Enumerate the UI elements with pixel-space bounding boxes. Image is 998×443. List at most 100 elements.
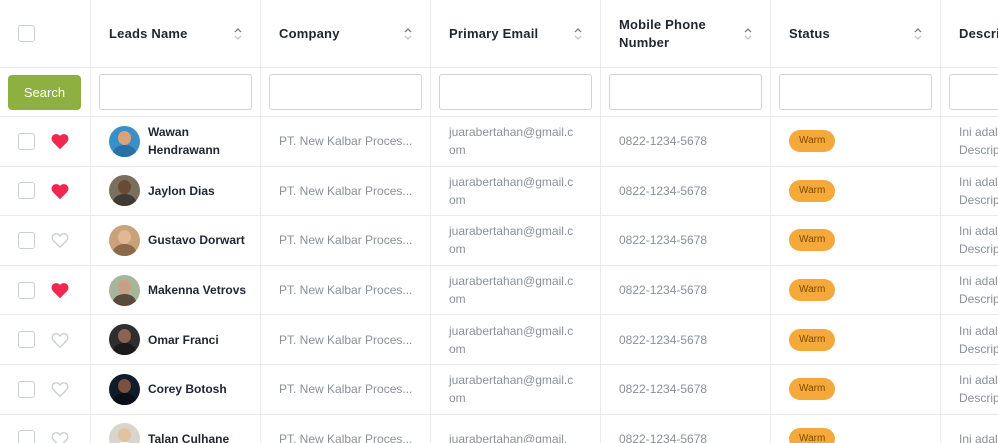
- description-line: Ini adal: [959, 431, 998, 443]
- description-line: Descrip: [959, 143, 998, 158]
- filter-row: Search: [0, 68, 998, 117]
- company-cell: PT. New Kalbar Proces...: [261, 216, 431, 265]
- row-select-cell: [0, 166, 91, 216]
- email-text: juarabertahan@gmail.com: [449, 274, 574, 307]
- company-cell: PT. New Kalbar Proces...: [261, 117, 431, 166]
- table-header: Leads Name Company Primary Email Mobile …: [0, 0, 998, 68]
- favorite-heart-icon[interactable]: [51, 232, 69, 249]
- description-line: Ini adal: [959, 174, 998, 189]
- company-filter-input[interactable]: [269, 74, 422, 110]
- lead-name: Jaylon Dias: [148, 183, 215, 198]
- row-checkbox[interactable]: [18, 430, 35, 443]
- favorite-heart-icon[interactable]: [51, 133, 69, 150]
- status-badge: Warm: [789, 229, 836, 252]
- lead-name: Corey Botosh: [148, 382, 227, 397]
- table-row[interactable]: Corey Botosh PT. New Kalbar Proces... ju…: [0, 365, 998, 415]
- company-cell: PT. New Kalbar Proces...: [261, 166, 431, 216]
- lead-name-cell[interactable]: Makenna Vetrovs: [91, 265, 261, 315]
- table-row[interactable]: Talan Culhane PT. New Kalbar Proces... j…: [0, 414, 998, 443]
- favorite-heart-icon[interactable]: [51, 431, 69, 443]
- status-filter-input[interactable]: [779, 74, 932, 110]
- lead-name-cell[interactable]: Omar Franci: [91, 315, 261, 364]
- lead-name: Gustavo Dorwart: [148, 233, 245, 248]
- description-text: Ini adal: [959, 430, 998, 443]
- row-checkbox[interactable]: [18, 231, 35, 249]
- row-select-cell: [0, 315, 91, 364]
- table-row[interactable]: Jaylon Dias PT. New Kalbar Proces... jua…: [0, 166, 998, 217]
- column-label: Descri: [959, 25, 998, 41]
- company-text: PT. New Kalbar Proces...: [279, 283, 413, 298]
- row-select-cell: [0, 216, 91, 265]
- company-cell: PT. New Kalbar Proces...: [261, 365, 431, 414]
- company-text: PT. New Kalbar Proces...: [279, 183, 413, 198]
- description-text: Ini adal Descrip: [959, 123, 998, 159]
- column-label: Primary Email: [449, 25, 539, 41]
- row-checkbox[interactable]: [18, 132, 35, 150]
- company-text: PT. New Kalbar Proces...: [279, 431, 413, 443]
- table-row[interactable]: Makenna Vetrovs PT. New Kalbar Proces...…: [0, 265, 998, 316]
- email-text: juarabertahan@gmail.com: [449, 224, 574, 257]
- phone-text: 0822-1234-5678: [619, 382, 708, 397]
- row-checkbox[interactable]: [18, 182, 35, 200]
- column-header-primary-email[interactable]: Primary Email: [431, 0, 601, 67]
- sort-icon[interactable]: [914, 27, 922, 41]
- filter-cell: [941, 68, 998, 116]
- row-select-cell: [0, 117, 91, 166]
- column-header-leads-name[interactable]: Leads Name: [91, 0, 261, 67]
- description-line: Descrip: [959, 192, 998, 207]
- lead-name-cell[interactable]: Gustavo Dorwart: [91, 216, 261, 265]
- row-checkbox[interactable]: [18, 331, 35, 349]
- column-header-mobile-phone[interactable]: Mobile Phone Number: [601, 0, 771, 67]
- search-button[interactable]: Search: [8, 74, 81, 110]
- leads-name-filter-input[interactable]: [99, 74, 252, 110]
- status-badge: Warm: [789, 130, 836, 153]
- phone-cell: 0822-1234-5678: [601, 117, 771, 166]
- email-text: juarabertahan@gmail.com: [449, 174, 574, 207]
- description-filter-input[interactable]: [949, 74, 998, 110]
- sort-icon[interactable]: [574, 27, 582, 41]
- email-text: juarabertahan@gmail.com: [449, 373, 574, 406]
- avatar: [109, 125, 140, 157]
- phone-cell: 0822-1234-5678: [601, 166, 771, 216]
- favorite-heart-icon[interactable]: [51, 282, 69, 299]
- description-line: Descrip: [959, 391, 998, 406]
- sort-icon[interactable]: [234, 27, 242, 41]
- filter-cell: [771, 68, 941, 116]
- favorite-heart-icon[interactable]: [51, 332, 69, 348]
- lead-name: Omar Franci: [148, 332, 219, 347]
- table-row[interactable]: Omar Franci PT. New Kalbar Proces... jua…: [0, 315, 998, 365]
- favorite-heart-icon[interactable]: [51, 381, 69, 398]
- column-header-company[interactable]: Company: [261, 0, 431, 67]
- email-text: juarabertahan@gmail.com: [449, 323, 574, 356]
- favorite-heart-icon[interactable]: [51, 183, 69, 199]
- row-checkbox[interactable]: [18, 281, 35, 299]
- leads-table: Leads Name Company Primary Email Mobile …: [0, 0, 998, 443]
- table-row[interactable]: Gustavo Dorwart PT. New Kalbar Proces...…: [0, 216, 998, 266]
- select-all-checkbox[interactable]: [18, 25, 35, 42]
- avatar: [109, 175, 140, 207]
- email-text: juarabertahan@gmail.: [449, 431, 568, 443]
- phone-text: 0822-1234-5678: [619, 283, 708, 298]
- phone-text: 0822-1234-5678: [619, 233, 708, 248]
- phone-filter-input[interactable]: [609, 74, 762, 110]
- status-cell: Warm: [771, 265, 941, 315]
- lead-name-cell[interactable]: Corey Botosh: [91, 365, 261, 414]
- lead-name-cell[interactable]: Wawan Hendrawann: [91, 117, 261, 166]
- lead-name-cell[interactable]: Talan Culhane: [91, 414, 261, 443]
- avatar: [109, 224, 140, 256]
- sort-icon[interactable]: [404, 27, 412, 41]
- sort-icon[interactable]: [744, 27, 752, 41]
- column-header-status[interactable]: Status: [771, 0, 941, 67]
- column-header-description[interactable]: Descri: [941, 0, 998, 67]
- description-text: Ini adal Descrip: [959, 222, 998, 258]
- phone-cell: 0822-1234-5678: [601, 365, 771, 414]
- table-row[interactable]: Wawan Hendrawann PT. New Kalbar Proces..…: [0, 117, 998, 167]
- phone-cell: 0822-1234-5678: [601, 315, 771, 364]
- row-checkbox[interactable]: [18, 380, 35, 398]
- description-cell: Ini adal Descrip: [941, 117, 998, 166]
- email-filter-input[interactable]: [439, 74, 592, 110]
- description-line: Ini adal: [959, 373, 998, 388]
- company-text: PT. New Kalbar Proces...: [279, 134, 413, 149]
- avatar: [109, 373, 140, 405]
- lead-name-cell[interactable]: Jaylon Dias: [91, 166, 261, 216]
